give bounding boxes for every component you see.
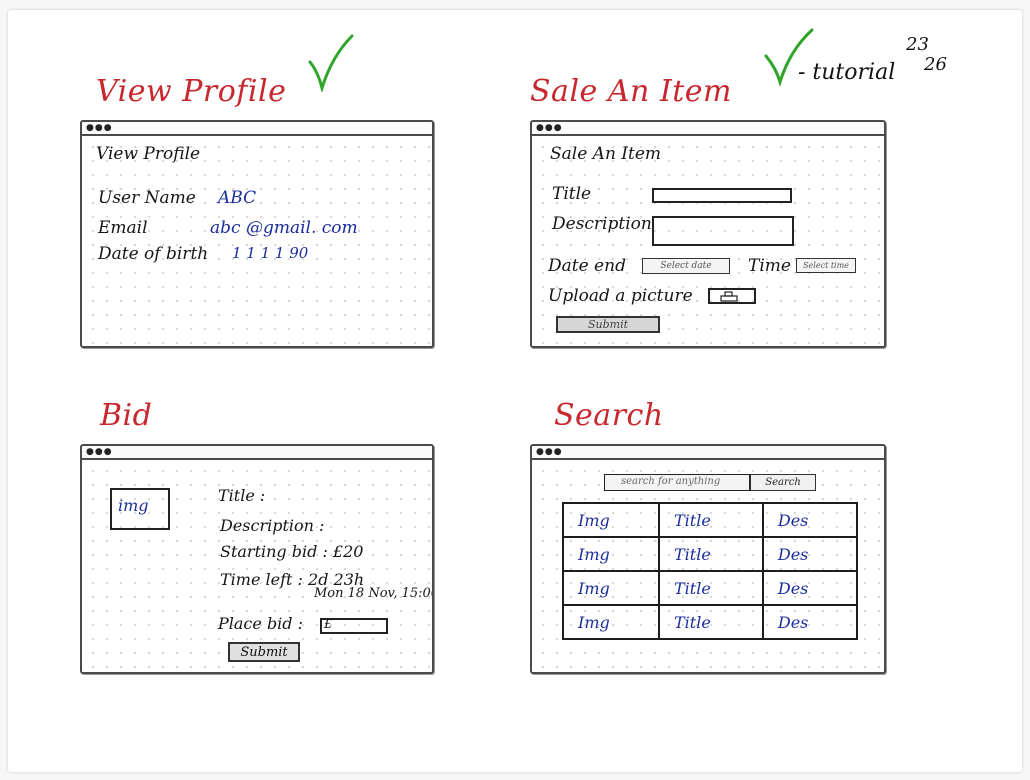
time-label: Time	[748, 256, 791, 276]
img-label: img	[118, 496, 149, 515]
table-cell-des: Des	[761, 570, 859, 606]
upload-button[interactable]	[708, 288, 756, 304]
window-title-bar: ●●●	[82, 122, 432, 136]
profile-username-value: ABC	[218, 188, 257, 208]
sale-submit-button[interactable]: Submit	[556, 316, 660, 333]
view-profile-window: ●●● View Profile User Name ABC Email abc…	[80, 120, 434, 348]
select-time-button[interactable]: Select time	[796, 258, 856, 273]
profile-dob-label: Date of birth	[98, 244, 209, 264]
window-dots-icon: ●●●	[536, 123, 563, 133]
search-window: ●●● search for anything Search Img Title…	[530, 444, 886, 674]
select-date-button[interactable]: Select date	[642, 258, 730, 274]
tutorial-note: - tutorial	[798, 60, 896, 85]
bid-title-label: Title :	[218, 486, 266, 505]
table-cell-des: Des	[761, 604, 859, 640]
sale-description-label: Description	[552, 214, 652, 234]
window-dots-icon: ●●●	[86, 447, 113, 457]
table-cell-des: Des	[761, 536, 859, 572]
description-input[interactable]	[652, 216, 794, 246]
window-title-bar: ●●●	[532, 446, 884, 460]
tutorial-number-bottom: 26	[924, 54, 947, 75]
table-row[interactable]: Img Title Des	[562, 604, 859, 640]
window-title-bar: ●●●	[82, 446, 432, 460]
currency-symbol: £	[324, 617, 333, 632]
bid-description-label: Description :	[220, 516, 325, 535]
table-row[interactable]: Img Title Des	[562, 502, 859, 538]
search-placeholder: search for anything	[621, 476, 721, 487]
table-row[interactable]: Img Title Des	[562, 570, 859, 606]
profile-username-label: User Name	[98, 188, 196, 208]
item-image-placeholder: img	[110, 488, 170, 530]
bid-heading: Bid	[100, 398, 153, 433]
bid-window: ●●● img Title : Description : Starting b…	[80, 444, 434, 674]
tutorial-number-top: 23	[906, 34, 929, 55]
window-dots-icon: ●●●	[86, 123, 113, 133]
table-cell-title: Title	[657, 604, 764, 640]
profile-title: View Profile	[96, 144, 201, 164]
starting-bid-text: Starting bid : £20	[220, 542, 364, 561]
results-table: Img Title Des Img Title Des Img Title De…	[562, 502, 859, 640]
upload-picture-label: Upload a picture	[548, 286, 693, 306]
check-mark-icon	[308, 34, 354, 92]
table-cell-title: Title	[657, 570, 764, 606]
bid-submit-button[interactable]: Submit	[228, 642, 300, 662]
table-cell-title: Title	[657, 536, 764, 572]
search-heading: Search	[554, 398, 664, 433]
title-input[interactable]	[652, 188, 792, 203]
sale-title-label: Title	[552, 184, 592, 204]
date-end-label: Date end	[548, 256, 626, 276]
search-button[interactable]: Search	[750, 474, 816, 491]
table-row[interactable]: Img Title Des	[562, 536, 859, 572]
bid-amount-input[interactable]: £	[320, 617, 388, 634]
profile-email-value: abc @gmail. com	[210, 218, 358, 238]
sale-title: Sale An Item	[550, 144, 662, 164]
table-cell-title: Title	[657, 502, 764, 538]
window-dots-icon: ●●●	[536, 447, 563, 457]
time-left-date: Mon 18 Nov, 15:00	[314, 586, 434, 601]
table-cell-img: Img	[562, 604, 660, 640]
table-cell-img: Img	[562, 502, 660, 538]
sketch-sheet: View Profile Sale An Item - tutorial 23 …	[8, 10, 1022, 772]
place-bid-label: Place bid :	[218, 614, 304, 633]
profile-dob-value: 1 1 1 1 90	[232, 244, 309, 262]
table-cell-img: Img	[562, 570, 660, 606]
sale-item-heading: Sale An Item	[530, 74, 732, 109]
profile-email-label: Email	[98, 218, 148, 238]
sale-item-window: ●●● Sale An Item Title Description Date …	[530, 120, 886, 348]
upload-icon	[720, 291, 738, 302]
table-cell-des: Des	[761, 502, 859, 538]
table-cell-img: Img	[562, 536, 660, 572]
search-input[interactable]: search for anything	[604, 474, 750, 491]
view-profile-heading: View Profile	[96, 74, 287, 109]
window-title-bar: ●●●	[532, 122, 884, 136]
